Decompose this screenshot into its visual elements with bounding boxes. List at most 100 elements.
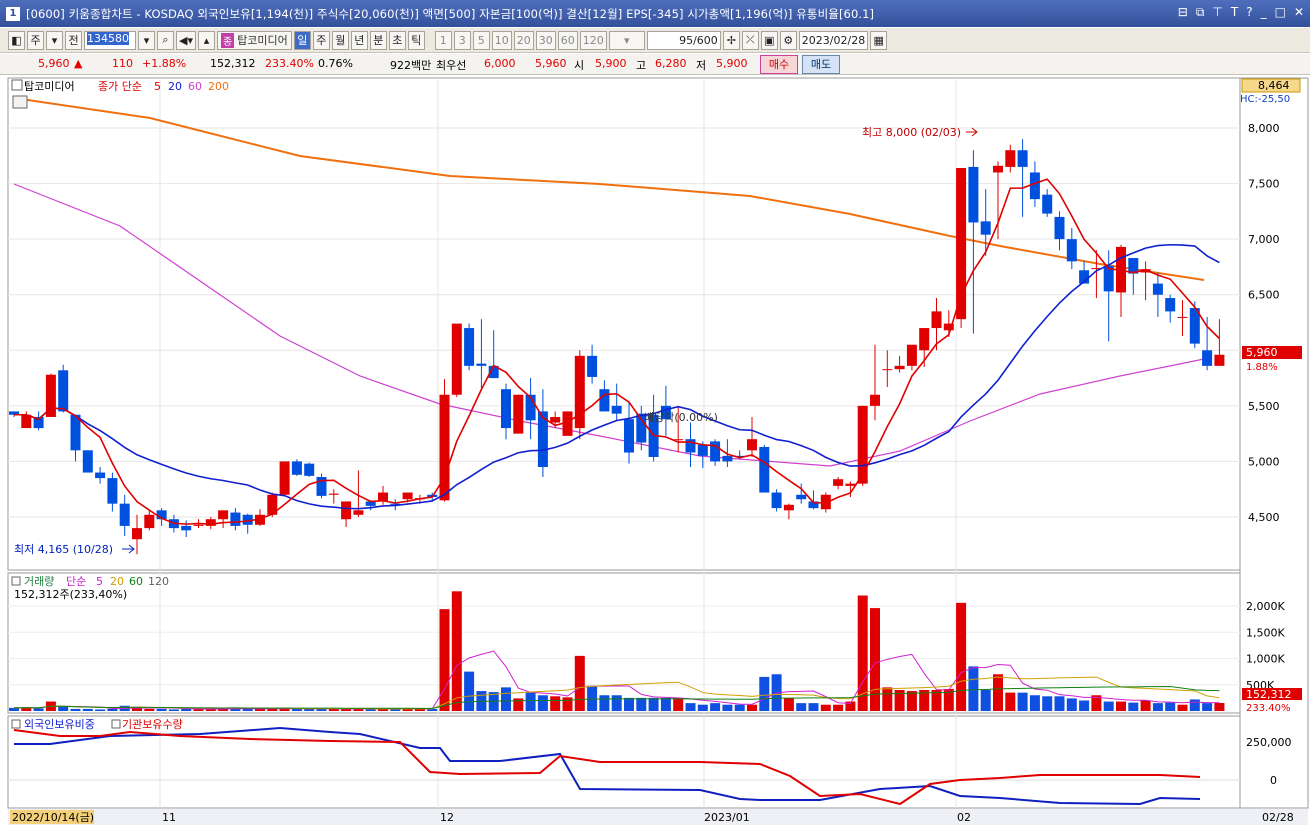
volume-bar xyxy=(685,703,696,711)
stock-name-field[interactable]: 종 탑코미디어 xyxy=(216,30,292,50)
minute-1[interactable]: 1 xyxy=(434,30,452,50)
candle-body xyxy=(783,504,794,511)
period-select[interactable]: 주 xyxy=(27,30,44,50)
scroll-icon[interactable]: ▴ xyxy=(197,30,215,50)
volume-bar xyxy=(58,706,69,711)
vol-ma120-label: 120 xyxy=(148,575,169,588)
candle-body xyxy=(1214,354,1225,366)
volume-menu-icon[interactable] xyxy=(11,576,21,586)
code-dropdown-icon[interactable]: ▾ xyxy=(138,30,155,50)
minimize-icon[interactable]: _ xyxy=(1261,5,1267,20)
volume-bar xyxy=(722,704,733,711)
tab-year[interactable]: 년 xyxy=(350,30,368,50)
candle-body xyxy=(501,389,511,429)
volume-bar xyxy=(255,708,265,711)
ma60-label: 60 xyxy=(188,80,202,93)
holding-menu-icon-2[interactable] xyxy=(111,719,121,729)
volume-bar xyxy=(1177,704,1188,711)
price-tick-label: 5,000 xyxy=(1248,455,1280,468)
holding-menu-icon[interactable] xyxy=(11,719,21,729)
price-tick-label: 7,500 xyxy=(1248,178,1280,191)
volume-bar xyxy=(624,697,634,711)
sell-button[interactable]: 매도 xyxy=(802,55,840,74)
chart-toolbar: ◧ 주 ▾ 전 134580 ▾ ⌕ ◀▾ ▴ 종 탑코미디어 일 주 월 년 분… xyxy=(0,28,1310,53)
chart-area[interactable]: 탑코미디어 종가 단순 5 20 60 200 8,000 7,500 7,000 6… xyxy=(0,76,1310,825)
layout-icon[interactable]: ◧ xyxy=(8,30,25,50)
count-input[interactable]: 95/600 xyxy=(646,30,721,50)
help-icon[interactable]: ? xyxy=(1246,5,1252,20)
price-tick-label: 7,000 xyxy=(1248,233,1280,246)
minute-60[interactable]: 60 xyxy=(557,30,578,50)
volume-bar xyxy=(1005,692,1016,711)
minute-10[interactable]: 10 xyxy=(491,30,512,50)
candle-body xyxy=(857,405,868,484)
table-icon[interactable] xyxy=(12,95,28,109)
candle-body xyxy=(894,365,905,370)
volume-bar xyxy=(783,697,794,711)
volume-bar xyxy=(574,655,585,711)
vol-ma60-label: 60 xyxy=(129,575,143,588)
volume-bar xyxy=(168,709,179,711)
volume-readout: 152,312주(233,40%) xyxy=(14,588,127,601)
tab-week[interactable]: 주 xyxy=(312,30,330,50)
volume-bar xyxy=(1165,702,1176,711)
candle-body xyxy=(697,444,708,456)
copy-icon[interactable]: ⧉ xyxy=(1196,5,1205,20)
close-icon[interactable]: ✕ xyxy=(1294,5,1304,20)
crosshair-icon[interactable]: ✢ xyxy=(722,30,740,50)
gear-icon[interactable]: ⚙ xyxy=(779,30,797,50)
calendar-icon[interactable]: ▦ xyxy=(870,30,888,50)
prev-button[interactable]: 전 xyxy=(65,30,82,50)
link-icon[interactable]: ⊟ xyxy=(1178,5,1188,20)
save-icon[interactable]: ▣ xyxy=(760,30,778,50)
volume-bar xyxy=(906,691,917,711)
chart-canvas[interactable]: 탑코미디어 종가 단순 5 20 60 200 8,0007,5007,0006… xyxy=(0,76,1310,825)
price-panel-title: 탑코미디어 xyxy=(24,80,75,93)
text-icon[interactable]: T xyxy=(1231,5,1238,20)
minute-30[interactable]: 30 xyxy=(535,30,556,50)
candle-body xyxy=(476,363,487,366)
buy-button[interactable]: 매수 xyxy=(760,55,798,74)
window-controls: ⊟ ⧉ ⊤ T ? _ □ ✕ xyxy=(1178,5,1304,20)
volume-bar xyxy=(82,708,93,711)
candle-body xyxy=(611,405,622,414)
minute-120[interactable]: 120 xyxy=(579,30,607,50)
tab-second[interactable]: 초 xyxy=(388,30,406,50)
draw-icon[interactable]: ⤫ xyxy=(741,30,759,50)
candle-body xyxy=(291,461,302,475)
tab-minute[interactable]: 분 xyxy=(369,30,387,50)
x-axis-end: 02/28 xyxy=(1262,811,1294,824)
date-input[interactable]: 2023/02/28 xyxy=(798,30,869,50)
panel-menu-icon[interactable] xyxy=(11,79,23,91)
volume-ratio: 233.40% xyxy=(265,57,314,70)
custom-period-select[interactable]: ▾ xyxy=(608,30,645,50)
candle-body xyxy=(1066,239,1077,262)
pin-icon[interactable]: ⊤ xyxy=(1212,5,1222,20)
minute-5[interactable]: 5 xyxy=(472,30,490,50)
chevron-down-icon[interactable]: ▾ xyxy=(46,30,63,50)
maximize-icon[interactable]: □ xyxy=(1275,5,1286,20)
candle-body xyxy=(968,166,979,223)
minute-3[interactable]: 3 xyxy=(453,30,471,50)
search-icon[interactable]: ⌕ xyxy=(157,30,174,50)
volume-bar xyxy=(968,666,979,711)
speaker-icon[interactable]: ◀▾ xyxy=(176,30,196,50)
volume-value: 152,312 xyxy=(210,57,256,70)
tab-day[interactable]: 일 xyxy=(293,30,311,50)
candle-body xyxy=(341,501,352,520)
volume-bar xyxy=(1042,696,1053,711)
candle-body xyxy=(931,311,942,329)
volume-panel-title: 거래량 xyxy=(24,575,54,588)
stock-code-input[interactable]: 134580 xyxy=(84,30,136,50)
volume-bar xyxy=(1066,698,1077,711)
candle-body xyxy=(279,461,290,495)
minute-20[interactable]: 20 xyxy=(513,30,534,50)
volume-bar xyxy=(1202,703,1213,711)
candle-body xyxy=(833,479,844,486)
candle-body xyxy=(513,394,524,434)
event-annotation: 배당락(0.00%) xyxy=(644,411,718,424)
tab-month[interactable]: 월 xyxy=(331,30,349,50)
price-tick-label: 8,000 xyxy=(1248,122,1280,135)
tab-tick[interactable]: 틱 xyxy=(407,30,425,50)
volume-bar xyxy=(587,685,598,711)
